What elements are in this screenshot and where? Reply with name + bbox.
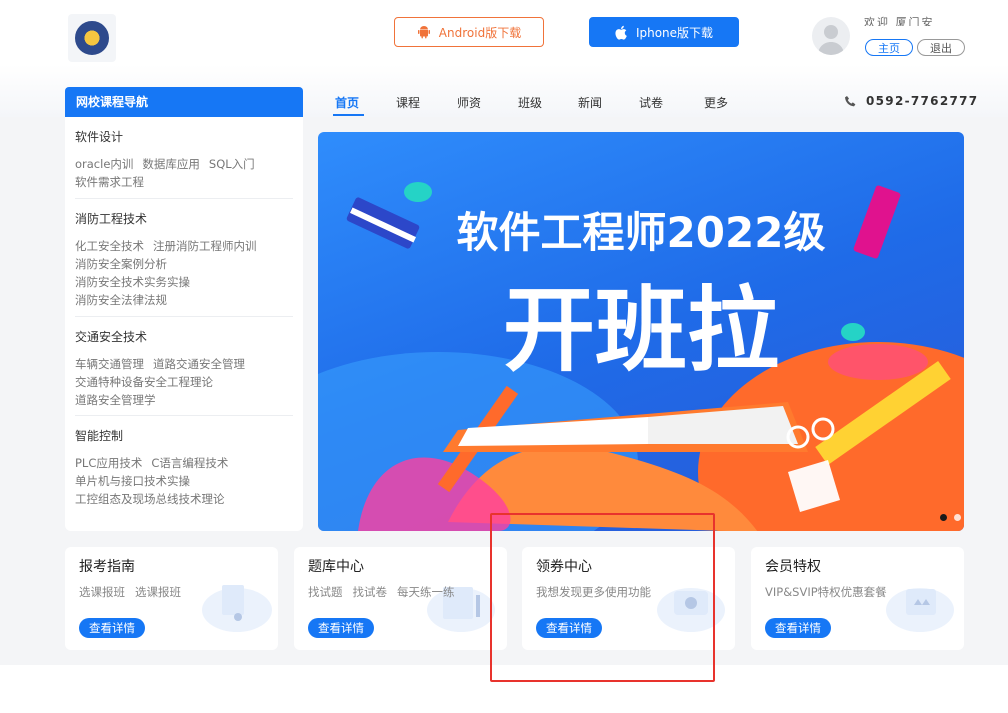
- category-title[interactable]: 软件设计: [75, 128, 293, 145]
- hotline-number: 0592-7762777: [866, 94, 979, 108]
- course-link[interactable]: 交通特种设备安全工程理论: [75, 375, 213, 389]
- course-link[interactable]: oracle内训: [75, 157, 133, 171]
- nav-active-indicator: [333, 114, 364, 116]
- card-desc: VIP&SVIP特权优惠套餐: [765, 584, 897, 600]
- nav-item-news[interactable]: 新闻: [578, 94, 602, 111]
- category-software: 软件设计 oracle内训 数据库应用 SQL入门 软件需求工程: [75, 128, 293, 191]
- site-logo[interactable]: [68, 14, 116, 62]
- course-nav-title: 网校课程导航: [65, 87, 303, 117]
- home-button[interactable]: 主页: [865, 39, 913, 56]
- card-desc-item[interactable]: VIP&SVIP特权优惠套餐: [765, 585, 887, 599]
- category-links: 化工安全技术 注册消防工程师内训 消防安全案例分析 消防安全技术实务实操 消防安全…: [75, 237, 293, 309]
- category-links: 车辆交通管理 道路交通安全管理 交通特种设备安全工程理论 道路安全管理学: [75, 355, 293, 409]
- view-details-button[interactable]: 查看详情: [536, 618, 602, 638]
- course-link[interactable]: PLC应用技术: [75, 456, 142, 470]
- banner-subheadline: 开班拉: [503, 277, 779, 384]
- course-link[interactable]: 车辆交通管理: [75, 357, 144, 371]
- course-link[interactable]: 消防安全技术实务实操: [75, 275, 190, 289]
- nav-item-teachers[interactable]: 师资: [457, 94, 481, 111]
- iphone-download-label: Iphone版下载: [635, 25, 714, 40]
- category-title[interactable]: 消防工程技术: [75, 210, 293, 227]
- view-details-button[interactable]: 查看详情: [79, 618, 145, 638]
- phone-icon: [845, 96, 856, 107]
- category-links: PLC应用技术 C语言编程技术 单片机与接口技术实操 工控组态及现场总线技术理论: [75, 454, 293, 508]
- nav-item-courses[interactable]: 课程: [396, 94, 420, 111]
- carousel-dot-active[interactable]: [940, 514, 947, 521]
- user-avatar[interactable]: [812, 17, 850, 55]
- card-desc-item[interactable]: 每天练一练: [397, 585, 455, 599]
- course-link[interactable]: C语言编程技术: [151, 456, 228, 470]
- android-download-button[interactable]: Android版下载: [394, 17, 544, 47]
- exit-button[interactable]: 退出: [917, 39, 965, 56]
- card-title: 题库中心: [308, 559, 364, 575]
- course-link[interactable]: 道路安全管理学: [75, 393, 156, 407]
- course-category-sidebar: 软件设计 oracle内训 数据库应用 SQL入门 软件需求工程 消防工程技术 化工…: [65, 117, 303, 531]
- card-desc: 找试题 找试卷 每天练一练: [308, 584, 465, 600]
- card-title: 报考指南: [79, 559, 135, 575]
- card-member-privileges[interactable]: 会员特权 VIP&SVIP特权优惠套餐 查看详情: [751, 547, 964, 650]
- category-title[interactable]: 交通安全技术: [75, 328, 293, 345]
- category-links: oracle内训 数据库应用 SQL入门 软件需求工程: [75, 155, 293, 191]
- logo-seal-icon: [75, 21, 109, 55]
- iphone-download-button[interactable]: Iphone版下载: [589, 17, 739, 47]
- nav-item-papers[interactable]: 试卷: [639, 94, 663, 111]
- card-title: 领券中心: [536, 559, 592, 575]
- card-desc: 我想发现更多使用功能: [536, 584, 661, 600]
- card-desc-item[interactable]: 选课报班: [79, 585, 125, 599]
- view-details-button[interactable]: 查看详情: [308, 618, 374, 638]
- course-link[interactable]: 工控组态及现场总线技术理论: [75, 492, 225, 506]
- card-desc-item[interactable]: 找试卷: [353, 585, 388, 599]
- card-desc-item[interactable]: 选课报班: [135, 585, 181, 599]
- exam-guide-illustration-icon: [202, 585, 272, 632]
- course-link[interactable]: 数据库应用: [142, 157, 200, 171]
- apple-icon: [615, 25, 627, 40]
- view-details-button[interactable]: 查看详情: [765, 618, 831, 638]
- divider: [75, 316, 293, 317]
- nav-item-home[interactable]: 首页: [335, 94, 359, 111]
- coupon-illustration-icon: [657, 588, 725, 632]
- category-traffic: 交通安全技术 车辆交通管理 道路交通安全管理 交通特种设备安全工程理论 道路安全管…: [75, 328, 293, 409]
- nav-item-classes[interactable]: 班级: [518, 94, 542, 111]
- course-link[interactable]: 注册消防工程师内训: [153, 239, 257, 253]
- card-desc: 选课报班 选课报班: [79, 584, 191, 600]
- card-coupon-center[interactable]: 领券中心 我想发现更多使用功能 查看详情: [522, 547, 735, 650]
- promo-banner[interactable]: 软件工程师2022级 开班拉: [318, 132, 964, 531]
- user-silhouette-icon: [818, 25, 844, 55]
- welcome-text: 欢迎 厦门安: [864, 16, 935, 26]
- course-link[interactable]: 单片机与接口技术实操: [75, 474, 190, 488]
- divider: [75, 415, 293, 416]
- course-link[interactable]: SQL入门: [209, 157, 255, 171]
- android-download-label: Android版下载: [438, 25, 522, 40]
- category-fire: 消防工程技术 化工安全技术 注册消防工程师内训 消防安全案例分析 消防安全技术实务…: [75, 210, 293, 309]
- banner-headline: 软件工程师2022级: [457, 208, 826, 257]
- android-icon: [417, 26, 430, 39]
- card-title: 会员特权: [765, 559, 821, 575]
- question-bank-illustration-icon: [427, 587, 495, 632]
- course-link[interactable]: 道路交通安全管理: [153, 357, 245, 371]
- category-title[interactable]: 智能控制: [75, 427, 293, 444]
- banner-artwork: 软件工程师2022级 开班拉: [318, 182, 964, 531]
- course-link[interactable]: 化工安全技术: [75, 239, 144, 253]
- category-control: 智能控制 PLC应用技术 C语言编程技术 单片机与接口技术实操 工控组态及现场总线…: [75, 427, 293, 508]
- card-exam-guide[interactable]: 报考指南 选课报班 选课报班 查看详情: [65, 547, 278, 650]
- course-link[interactable]: 消防安全案例分析: [75, 257, 167, 271]
- card-desc-item[interactable]: 找试题: [308, 585, 343, 599]
- member-illustration-icon: [886, 588, 954, 632]
- divider: [75, 198, 293, 199]
- course-link[interactable]: 消防安全法律法规: [75, 293, 167, 307]
- course-link[interactable]: 软件需求工程: [75, 175, 144, 189]
- card-question-bank[interactable]: 题库中心 找试题 找试卷 每天练一练 查看详情: [294, 547, 507, 650]
- nav-item-more[interactable]: 更多: [704, 94, 728, 111]
- card-desc-item[interactable]: 我想发现更多使用功能: [536, 585, 651, 599]
- carousel-dot[interactable]: [954, 514, 961, 521]
